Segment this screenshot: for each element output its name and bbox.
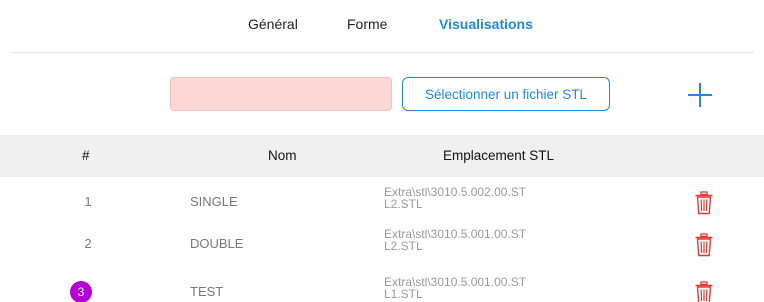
row-stl-location: Extra\stl\3010.5.001.00.ST L2.STL bbox=[384, 227, 527, 253]
header-number: # bbox=[82, 148, 90, 163]
tab-bar: Général Forme Visualisations bbox=[0, 0, 764, 53]
trash-icon[interactable] bbox=[694, 191, 714, 215]
tab-visualisations[interactable]: Visualisations bbox=[439, 16, 533, 32]
table-header: # Nom Emplacement STL bbox=[0, 135, 764, 177]
visualisations-page: Général Forme Visualisations Sélectionne… bbox=[0, 0, 764, 302]
trash-icon[interactable] bbox=[694, 233, 714, 257]
row-number: 2 bbox=[84, 236, 92, 251]
header-stl-location: Emplacement STL bbox=[443, 148, 555, 163]
header-name: Nom bbox=[268, 148, 297, 163]
table-row[interactable]: 2 DOUBLE Extra\stl\3010.5.001.00.ST L2.S… bbox=[0, 222, 764, 264]
row-number: 1 bbox=[84, 194, 92, 209]
row-number-badge: 3 bbox=[70, 281, 92, 302]
row-stl-location: Extra\stl\3010.5.001.00.ST L1.STL bbox=[384, 275, 527, 301]
table-row[interactable]: 3 TEST Extra\stl\3010.5.001.00.ST L1.STL bbox=[0, 270, 764, 302]
trash-icon[interactable] bbox=[694, 281, 714, 302]
row-name: DOUBLE bbox=[190, 236, 244, 251]
tab-forme[interactable]: Forme bbox=[347, 16, 387, 32]
select-stl-button[interactable]: Sélectionner un fichier STL bbox=[402, 77, 610, 111]
add-button[interactable] bbox=[686, 81, 714, 109]
row-name: TEST bbox=[190, 284, 224, 299]
table-row[interactable]: 1 SINGLE Extra\stl\3010.5.002.00.ST L2.S… bbox=[0, 180, 764, 222]
tabs-divider bbox=[10, 52, 754, 53]
row-stl-location: Extra\stl\3010.5.002.00.ST L2.STL bbox=[384, 185, 527, 211]
name-input[interactable] bbox=[170, 77, 392, 111]
tab-general[interactable]: Général bbox=[248, 16, 298, 32]
row-name: SINGLE bbox=[190, 194, 238, 209]
